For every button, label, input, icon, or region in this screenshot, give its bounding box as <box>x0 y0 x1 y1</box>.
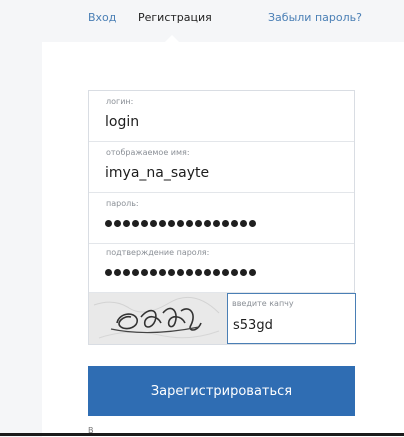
password-dot <box>231 220 238 227</box>
captcha-row: введите капчу s53gd <box>89 293 356 344</box>
login-field[interactable]: логин: login <box>89 91 354 142</box>
password-dot <box>168 269 175 276</box>
password-dot <box>114 220 121 227</box>
password-dot <box>123 269 130 276</box>
active-tab-notch <box>164 35 180 43</box>
captcha-image <box>89 293 227 344</box>
password-dot <box>240 269 247 276</box>
password-label: пароль: <box>106 199 139 208</box>
password-dot <box>150 269 157 276</box>
register-button[interactable]: Зарегистрироваться <box>88 366 355 416</box>
password-dot <box>204 220 211 227</box>
password-dot <box>186 269 193 276</box>
password-field[interactable]: пароль: <box>89 193 354 244</box>
password-dot <box>105 269 112 276</box>
display-name-input[interactable]: imya_na_sayte <box>105 165 345 181</box>
forgot-password-link[interactable]: Забыли пароль? <box>268 11 362 25</box>
password-dot <box>231 269 238 276</box>
password-dot <box>132 269 139 276</box>
password-confirm-label: подтверждение пароля: <box>106 248 210 257</box>
password-dot <box>249 220 256 227</box>
tab-login[interactable]: Вход <box>88 11 116 25</box>
password-dot <box>141 220 148 227</box>
tab-register[interactable]: Регистрация <box>138 11 212 25</box>
password-dot <box>195 220 202 227</box>
password-dot <box>150 220 157 227</box>
password-confirm-field[interactable]: подтверждение пароля: <box>89 242 354 293</box>
captcha-label: введите капчу <box>232 299 294 308</box>
password-dot <box>186 220 193 227</box>
bottom-border <box>0 433 404 436</box>
password-dot <box>204 269 211 276</box>
password-dot <box>105 220 112 227</box>
password-dot <box>159 220 166 227</box>
password-dot <box>249 269 256 276</box>
captcha-scribble-icon <box>89 293 227 344</box>
password-dot <box>123 220 130 227</box>
password-dot <box>222 269 229 276</box>
password-dot <box>213 269 220 276</box>
captcha-field[interactable]: введите капчу s53gd <box>227 293 356 344</box>
password-dot <box>240 220 247 227</box>
password-dot <box>114 269 121 276</box>
password-dot <box>195 269 202 276</box>
login-input[interactable]: login <box>105 114 345 130</box>
login-label: логин: <box>106 97 134 106</box>
auth-tabs: Вход Регистрация Забыли пароль? <box>0 0 404 40</box>
password-dot <box>177 220 184 227</box>
password-dot <box>177 269 184 276</box>
password-dot <box>141 269 148 276</box>
captcha-input[interactable]: s53gd <box>233 318 273 333</box>
password-input[interactable] <box>105 220 256 227</box>
display-name-label: отображаемое имя: <box>106 148 190 157</box>
password-dot <box>168 220 175 227</box>
password-dot <box>222 220 229 227</box>
registration-form: логин: login отображаемое имя: imya_na_s… <box>88 90 356 345</box>
display-name-field[interactable]: отображаемое имя: imya_na_sayte <box>89 142 354 193</box>
password-dot <box>132 220 139 227</box>
password-confirm-input[interactable] <box>105 269 256 276</box>
password-dot <box>159 269 166 276</box>
password-dot <box>213 220 220 227</box>
